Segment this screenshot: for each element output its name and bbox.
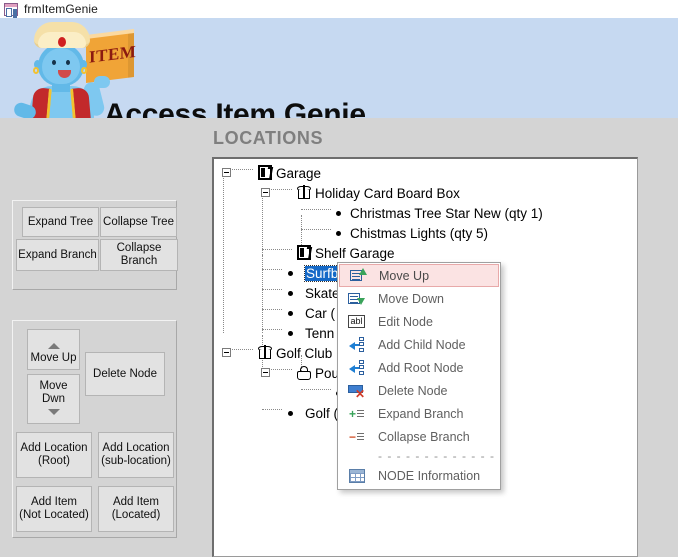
tree-node-label: Holiday Card Board Box	[315, 185, 460, 201]
section-title-locations: LOCATIONS	[213, 128, 324, 148]
move-down-button-label: Move Dwn	[39, 380, 68, 405]
expander-collapse-icon[interactable]	[222, 168, 231, 177]
tree-connector	[262, 249, 292, 250]
box-icon	[258, 345, 272, 360]
add-child-node-icon	[348, 336, 368, 353]
bullet-icon	[288, 271, 293, 276]
add-location-sub-button[interactable]: Add Location (sub-location)	[98, 432, 174, 478]
context-menu-item-add-child-node[interactable]: Add Child Node	[338, 333, 500, 356]
door-icon	[258, 165, 272, 180]
tree-node-shelf-garage[interactable]: Shelf Garage	[297, 243, 637, 263]
bullet-icon	[288, 331, 293, 336]
context-menu-item-add-root-node[interactable]: Add Root Node	[338, 356, 500, 379]
context-menu-item-label: Expand Branch	[378, 406, 464, 421]
context-menu-item-node-information[interactable]: NODE Information	[338, 464, 500, 487]
tree-node-christmas-tree-star[interactable]: Christmas Tree Star New (qty 1)	[336, 203, 637, 223]
window-title: frmItemGenie	[24, 2, 98, 16]
context-menu-item-label: Delete Node	[378, 383, 448, 398]
box-icon	[297, 185, 311, 200]
tree-connector	[223, 175, 224, 333]
tree-node-label: Golf (	[305, 405, 339, 421]
door-icon	[297, 245, 311, 260]
tree-connector	[301, 389, 331, 390]
collapse-tree-button[interactable]: Collapse Tree	[100, 207, 177, 237]
expand-tree-button[interactable]: Expand Tree	[22, 207, 99, 237]
tree-connector	[262, 269, 282, 270]
context-menu-item-edit-node[interactable]: abl Edit Node	[338, 310, 500, 333]
tree-connector	[301, 229, 331, 230]
tree-connector	[262, 289, 282, 290]
window-titlebar: frmItemGenie	[0, 0, 678, 18]
add-location-root-button[interactable]: Add Location (Root)	[16, 432, 92, 478]
add-item-not-located-button[interactable]: Add Item (Not Located)	[16, 486, 92, 532]
triangle-down-icon	[47, 409, 60, 415]
tree-node-holiday-box[interactable]: Holiday Card Board Box	[261, 183, 637, 203]
add-root-node-icon	[348, 359, 368, 376]
access-form-icon	[4, 2, 18, 17]
tree-connector	[262, 309, 282, 310]
tree-connector	[262, 329, 282, 330]
context-menu-item-expand-branch[interactable]: + Expand Branch	[338, 402, 500, 425]
app-window: frmItemGenie ITEM Access Item Genie LOCA…	[0, 0, 678, 557]
expander-collapse-icon[interactable]	[222, 348, 231, 357]
context-menu-item-label: Edit Node	[378, 314, 433, 329]
tree-node-label: Car (	[305, 305, 335, 321]
tree-node-christmas-lights[interactable]: Chistmas Lights (qty 5)	[336, 223, 637, 243]
tree-node-label: Shelf Garage	[315, 245, 395, 261]
tree-node-label: Tenn	[305, 325, 335, 341]
tree-connector	[262, 255, 263, 333]
tree-node-label: Christmas Tree Star New (qty 1)	[350, 205, 543, 221]
collapse-branch-icon: −	[348, 429, 368, 445]
context-menu-separator: - - - - - - - - - - - - -	[378, 449, 495, 463]
context-menu-item-label: Add Root Node	[378, 360, 464, 375]
delete-node-button[interactable]: Delete Node	[85, 352, 165, 396]
context-menu-item-label: Collapse Branch	[378, 429, 470, 444]
context-menu-item-label: Move Up	[379, 268, 430, 283]
context-menu-item-label: Move Down	[378, 291, 444, 306]
tree-node-label: Chistmas Lights (qty 5)	[350, 225, 489, 241]
bullet-icon	[288, 411, 293, 416]
bullet-icon	[288, 291, 293, 296]
move-down-icon	[348, 291, 368, 307]
tree-connector	[262, 409, 282, 410]
bullet-icon	[336, 231, 341, 236]
expander-collapse-icon[interactable]	[261, 188, 270, 197]
context-menu-item-move-up[interactable]: Move Up	[339, 264, 499, 287]
page-title: Access Item Genie	[104, 98, 366, 118]
delete-node-icon: ✕	[348, 383, 368, 400]
tree-node-garage[interactable]: Garage	[222, 163, 637, 183]
tree-node-label: Skate	[305, 285, 340, 301]
expand-branch-button[interactable]: Expand Branch	[16, 239, 99, 271]
bullet-icon	[336, 211, 341, 216]
collapse-branch-button[interactable]: Collapse Branch	[100, 239, 178, 271]
add-item-located-button[interactable]: Add Item (Located)	[98, 486, 174, 532]
app-header-banner: ITEM Access Item Genie	[0, 18, 678, 118]
move-up-button-label: Move Up	[30, 352, 77, 364]
expand-branch-icon: +	[348, 406, 368, 422]
edit-textbox-icon: abl	[348, 314, 368, 330]
context-menu-item-label: NODE Information	[378, 468, 481, 483]
triangle-up-icon	[47, 343, 60, 349]
tree-context-menu[interactable]: Move Up Move Down abl Edit Node Add Chil…	[337, 262, 501, 490]
context-menu-item-delete-node[interactable]: ✕ Delete Node	[338, 379, 500, 402]
grid-info-icon	[348, 468, 368, 484]
context-menu-item-move-down[interactable]: Move Down	[338, 287, 500, 310]
expander-collapse-icon[interactable]	[261, 368, 270, 377]
context-menu-item-collapse-branch[interactable]: − Collapse Branch	[338, 425, 500, 448]
move-up-icon	[350, 267, 370, 284]
pouch-icon	[297, 365, 311, 380]
bullet-icon	[288, 311, 293, 316]
tree-connector	[262, 195, 263, 255]
tree-connector	[301, 209, 331, 210]
context-menu-item-label: Add Child Node	[378, 337, 466, 352]
tree-node-label: Garage	[276, 165, 322, 181]
move-up-button[interactable]: Move Up	[27, 329, 80, 370]
move-down-button[interactable]: Move Dwn	[27, 374, 80, 424]
